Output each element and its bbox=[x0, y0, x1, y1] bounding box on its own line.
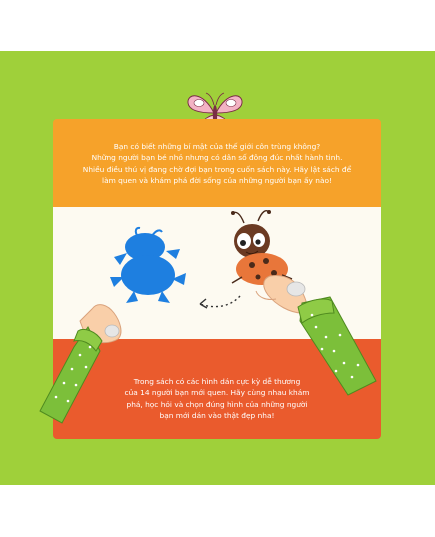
dotted-arrow-icon bbox=[199, 295, 241, 309]
ladybug-sticker bbox=[231, 210, 293, 285]
left-sleeve bbox=[39, 326, 103, 424]
right-sleeve bbox=[297, 296, 377, 396]
beetle-silhouette bbox=[110, 226, 186, 303]
book-cover: Bạn có biết những bí mật của thế giới cô… bbox=[0, 51, 435, 485]
illustration bbox=[39, 210, 377, 424]
